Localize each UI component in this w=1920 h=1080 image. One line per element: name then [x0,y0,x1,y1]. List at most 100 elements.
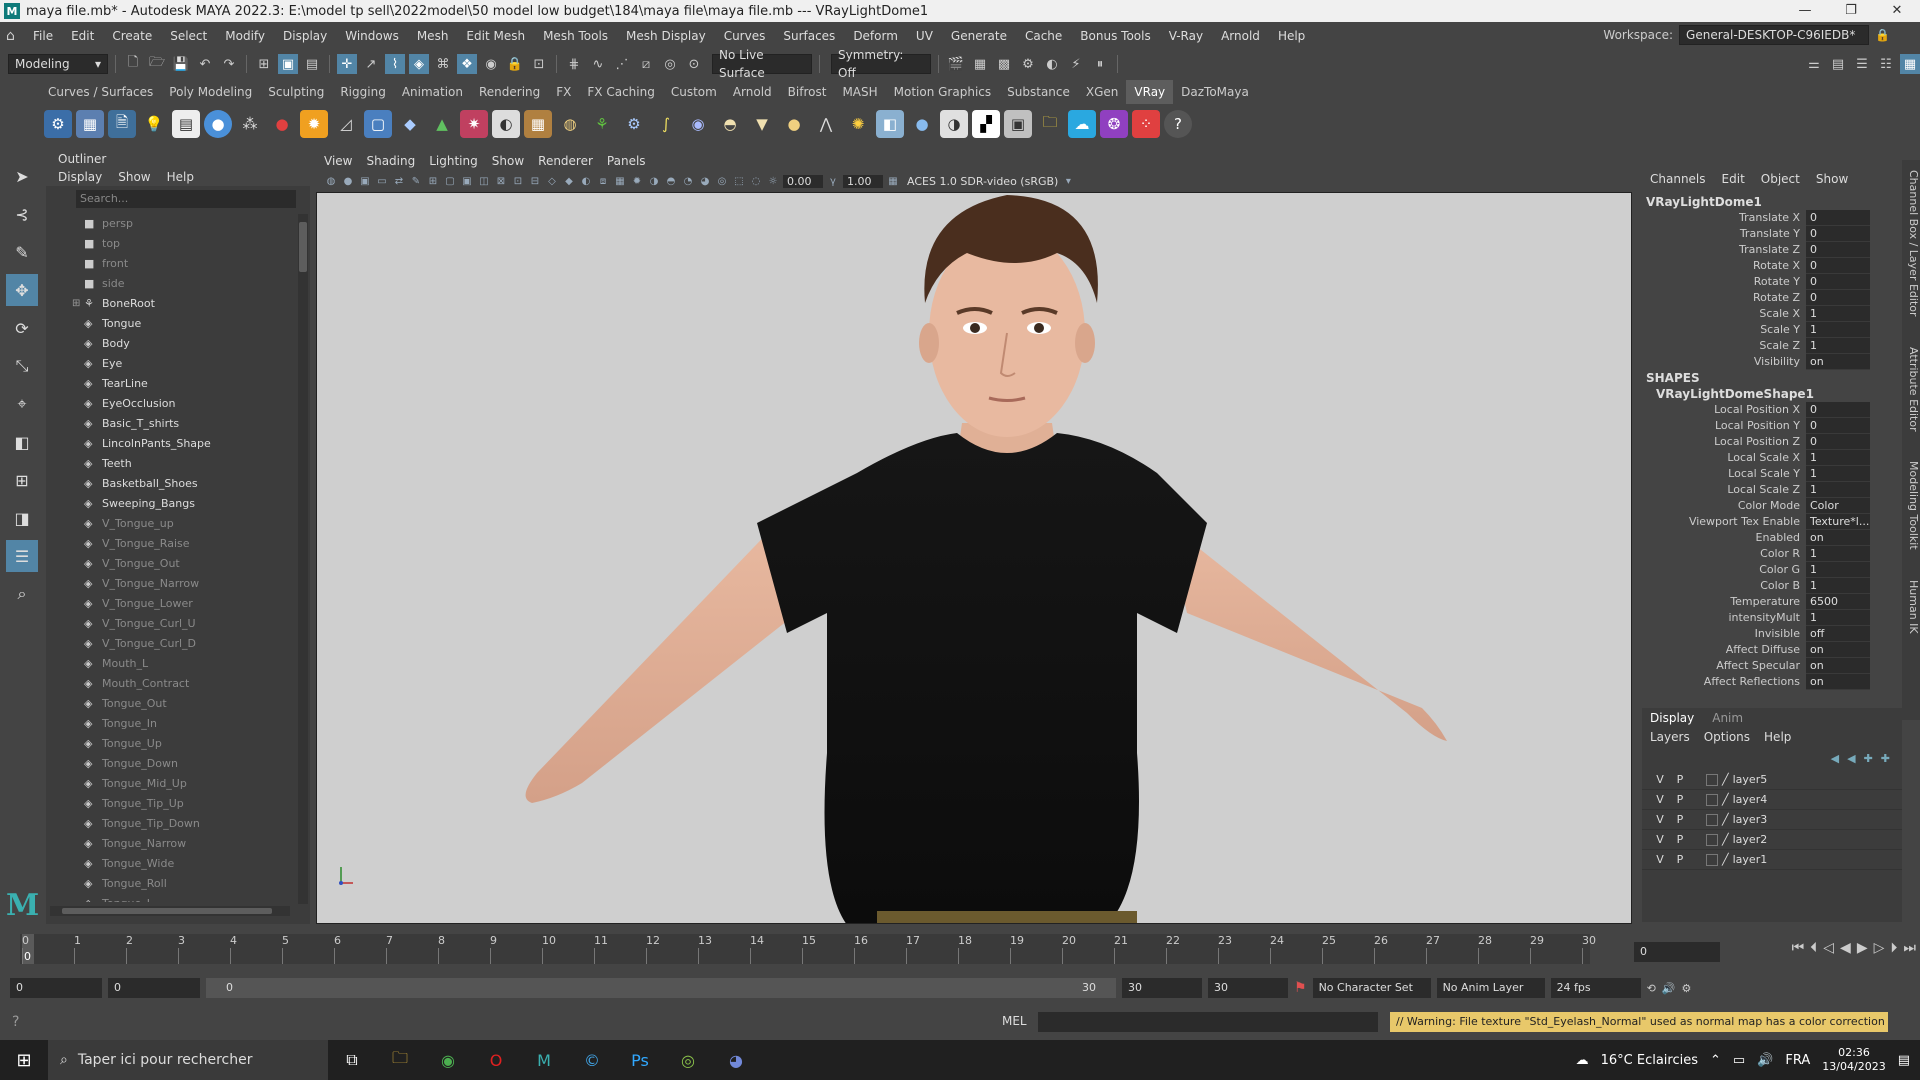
channel-label[interactable]: Scale Z [1642,338,1806,354]
search-icon[interactable]: ⌕ [6,578,38,610]
scrollbar-thumb[interactable] [299,222,307,272]
motion-blur-icon[interactable]: ◔ [681,174,695,188]
highlight-selection-icon[interactable]: ⊡ [529,54,549,74]
channel-label[interactable]: Scale Y [1642,322,1806,338]
layer-name[interactable]: layer1 [1733,850,1768,870]
rotate-tool-icon[interactable]: ⟳ [6,312,38,344]
channel-label[interactable]: Rotate X [1642,258,1806,274]
select-camera-icon[interactable]: ◍ [324,174,338,188]
shelf-tab-bifrost[interactable]: Bifrost [780,80,835,104]
app-c-icon[interactable]: © [568,1040,616,1080]
shelf-tab-custom[interactable]: Custom [663,80,725,104]
vray-red-sphere-icon[interactable]: ● [268,110,296,138]
taskbar-search[interactable]: ⌕ Taper ici pour rechercher [48,1040,328,1080]
new-layer-icon[interactable]: ✚ [1864,752,1873,765]
channel-label[interactable]: Visibility [1642,354,1806,370]
channel-label[interactable]: Viewport Tex Enable [1642,514,1806,530]
safe-title-icon[interactable]: ⊟ [528,174,542,188]
help-icon[interactable]: ? [1164,110,1192,138]
auto-key-icon[interactable]: ⚑ [1294,980,1307,996]
shelf-tab-fx[interactable]: FX [548,80,579,104]
layer-visibility-toggle[interactable]: V [1650,770,1670,790]
resolution-gate-icon[interactable]: ▣ [460,174,474,188]
menu-arnold[interactable]: Arnold [1212,29,1269,43]
viewport-menu-renderer[interactable]: Renderer [538,152,593,170]
channel-label[interactable]: Color R [1642,546,1806,562]
playback-start-field[interactable]: 0 [108,978,200,998]
vray-mesh-light-icon[interactable]: ◧ [876,110,904,138]
smooth-shade-icon[interactable]: ◆ [562,174,576,188]
channel-label[interactable]: Invisible [1642,626,1806,642]
vray-dome-light-icon[interactable]: ◐ [492,110,520,138]
current-frame-field[interactable]: 0 [1634,942,1720,962]
anti-aliasing-icon[interactable]: ◕ [698,174,712,188]
color-management-icon[interactable]: ▦ [886,174,900,188]
layer-row[interactable]: V P ╱ layer2 [1642,830,1902,850]
outliner-item[interactable]: ◈ V_Tongue_Out [46,554,296,574]
layer-row[interactable]: V P ╱ layer4 [1642,790,1902,810]
channel-value-field[interactable]: 0 [1806,210,1870,226]
snap-live-icon[interactable]: ⊙ [684,54,704,74]
layers-help-menu[interactable]: Help [1764,728,1791,746]
layers-menu[interactable]: Layers [1650,728,1690,746]
vray-checker-icon[interactable]: ▞ [972,110,1000,138]
vray-sun-icon[interactable]: ● [780,110,808,138]
move-tool-icon[interactable]: ✥ [6,274,38,306]
layer-row[interactable]: V P ╱ layer5 [1642,770,1902,790]
outliner-item[interactable]: ◈ Basic_T_shirts [46,414,296,434]
vray-ies-light-icon[interactable]: ⋀ [812,110,840,138]
select-hierarchy-icon[interactable]: ⊞ [254,54,274,74]
channel-label[interactable]: Color G [1642,562,1806,578]
menu-create[interactable]: Create [103,29,161,43]
close-button[interactable]: ✕ [1874,0,1920,22]
outliner-item[interactable]: ◈ Tongue_Up [46,734,296,754]
channel-value-field[interactable]: 1 [1806,562,1870,578]
channels-edit-menu[interactable]: Edit [1722,172,1745,186]
menu-surfaces[interactable]: Surfaces [774,29,844,43]
menu-select[interactable]: Select [161,29,216,43]
outliner-item[interactable]: ■ persp [46,214,296,234]
chevron-down-icon[interactable]: ▾ [1061,174,1075,188]
layer-color-swatch[interactable] [1706,793,1718,806]
vray-rect-light-icon[interactable]: ◓ [716,110,744,138]
maximize-button[interactable]: ❐ [1828,0,1874,22]
snap-surface-icon[interactable]: ◎ [660,54,680,74]
render-current-frame-icon[interactable]: ▦ [970,54,990,74]
vray-fur-icon[interactable]: ✷ [460,110,488,138]
outliner-item[interactable]: ◈ Eye [46,354,296,374]
maya-taskbar-icon[interactable]: M [520,1040,568,1080]
side-tab-modeling-toolkit[interactable]: Modeling Toolkit [1902,461,1920,550]
vray-light-lister-icon[interactable]: 💡 [140,110,168,138]
outliner-item[interactable]: ◈ Mouth_Contract [46,674,296,694]
outliner-item[interactable]: ■ front [46,254,296,274]
help-line-icon[interactable]: ? [12,1014,19,1030]
safe-action-icon[interactable]: ⊡ [511,174,525,188]
channel-value-field[interactable]: on [1806,658,1870,674]
viewport-menu-panels[interactable]: Panels [607,152,646,170]
vray-ambient-light-icon[interactable]: ● [908,110,936,138]
channel-label[interactable]: Translate X [1642,210,1806,226]
side-tab-human-ik[interactable]: Human IK [1902,580,1920,634]
channel-label[interactable]: Local Scale X [1642,450,1806,466]
snap-point-icon[interactable]: ⋰ [612,54,632,74]
vray-render-icon[interactable]: ⚡ [1066,54,1086,74]
outliner-item[interactable]: ◈ V_Tongue_Curl_D [46,634,296,654]
xray-icon[interactable]: ◌ [749,174,763,188]
gamma-icon[interactable]: γ [826,174,840,188]
move-layer-down-icon[interactable]: ◀ [1847,752,1855,765]
channel-value-field[interactable]: 1 [1806,338,1870,354]
layer-name[interactable]: layer3 [1733,810,1768,830]
layer-playback-toggle[interactable]: P [1670,810,1690,830]
channel-value-field[interactable]: Color [1806,498,1870,514]
channel-value-field[interactable]: 1 [1806,482,1870,498]
vray-multi-material-icon[interactable]: ⁂ [236,110,264,138]
step-forward-frame-icon[interactable]: ▷ [1874,940,1885,956]
channel-value-field[interactable]: on [1806,642,1870,658]
vray-globe-icon[interactable]: ◉ [684,110,712,138]
layer-row[interactable]: V P ╱ layer1 [1642,850,1902,870]
channel-value-field[interactable]: 1 [1806,546,1870,562]
menu-bonus-tools[interactable]: Bonus Tools [1071,29,1159,43]
snap-plane-icon[interactable]: ⧄ [636,54,656,74]
outliner-menu-display[interactable]: Display [58,168,102,186]
chevron-up-icon[interactable]: ⌃ [1710,1053,1721,1068]
